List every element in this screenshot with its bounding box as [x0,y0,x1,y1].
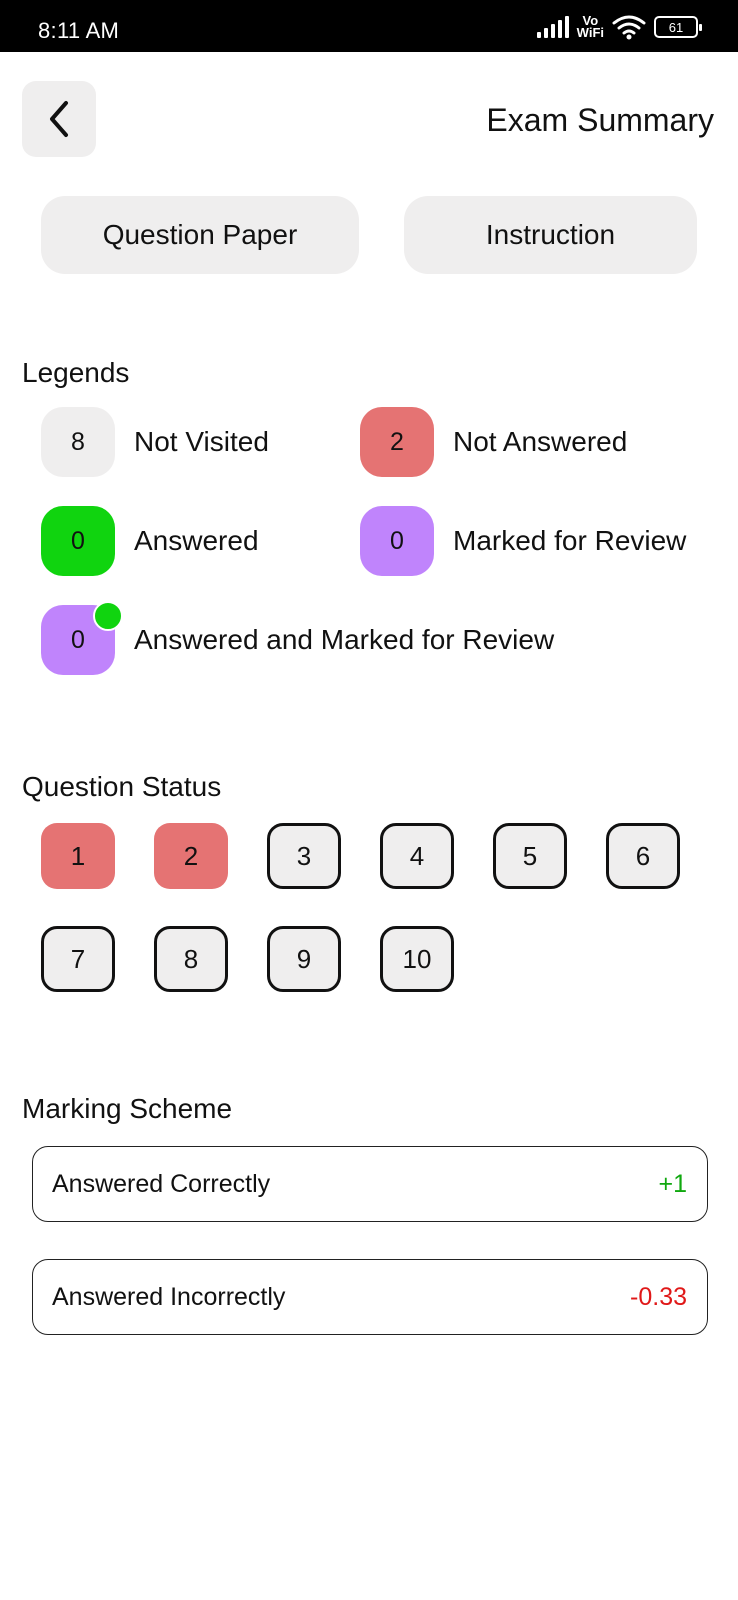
question-button[interactable]: 1 [41,823,115,889]
answered-dot-icon [93,601,123,631]
marking-row-label: Answered Correctly [52,1169,271,1198]
marked-for-review-label: Marked for Review [453,525,687,556]
status-bar: 8:11 AM Vo WiFi 61 [0,0,738,52]
not-answered-count-chip: 2 [360,407,434,477]
question-button[interactable]: 3 [267,823,341,889]
marking-scheme-title: Marking Scheme [22,1093,233,1124]
answered-and-marked-label: Answered and Marked for Review [134,624,555,655]
back-button[interactable] [22,81,96,157]
battery-level: 61 [668,19,684,35]
marking-row-value: +1 [658,1169,687,1198]
question-button[interactable]: 4 [380,823,454,889]
chevron-left-icon [50,101,68,137]
question-status-title: Question Status [22,771,222,802]
wifi-icon [612,15,646,40]
question-button[interactable]: 8 [154,926,228,992]
question-button[interactable]: 7 [41,926,115,992]
marking-row-incorrect: Answered Incorrectly -0.33 [32,1259,708,1335]
answered-and-marked-count-chip: 0 [41,601,123,675]
marked-for-review-count-chip: 0 [360,506,434,576]
answered-count-chip: 0 [41,506,115,576]
not-visited-count-chip: 8 [41,407,115,477]
legends-title: Legends [22,357,130,388]
question-button[interactable]: 10 [380,926,454,992]
question-paper-button[interactable]: Question Paper [41,196,359,274]
status-icons: Vo WiFi 61 [536,13,702,40]
question-button[interactable]: 6 [606,823,680,889]
legend-not-answered: 2 Not Answered [360,407,627,477]
legend-not-visited: 8 Not Visited [41,407,269,477]
page-title: Exam Summary [486,102,714,138]
question-button[interactable]: 2 [154,823,228,889]
vowifi-indicator: Vo WiFi [576,13,604,40]
marking-row-correct: Answered Correctly +1 [32,1146,708,1222]
question-button[interactable]: 9 [267,926,341,992]
legend-marked-for-review: 0 Marked for Review [360,506,686,576]
battery-icon: 61 [654,16,702,38]
marking-row-value: -0.33 [630,1282,687,1311]
marking-row-label: Answered Incorrectly [52,1282,286,1311]
signal-icon [536,16,569,38]
question-button[interactable]: 5 [493,823,567,889]
legend-answered: 0 Answered [41,506,259,576]
not-visited-label: Not Visited [134,426,269,457]
status-time: 8:11 AM [38,18,120,43]
legend-answered-and-marked: 0 Answered and Marked for Review [41,601,555,675]
answered-label: Answered [134,525,259,556]
not-answered-label: Not Answered [453,426,628,457]
answered-and-marked-count: 0 [71,625,85,654]
instruction-button[interactable]: Instruction [404,196,697,274]
